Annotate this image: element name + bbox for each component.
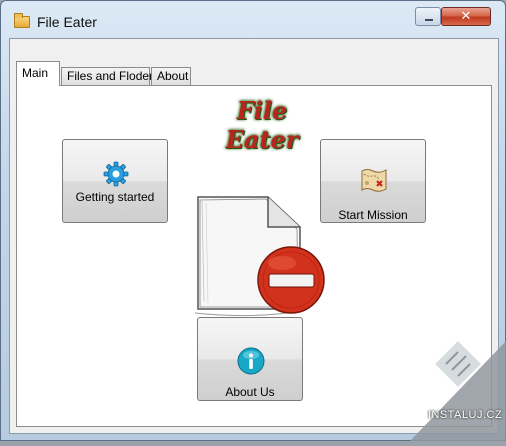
minimize-button[interactable] [415, 7, 441, 26]
close-button[interactable]: ✕ [441, 7, 491, 26]
gear-icon [103, 161, 129, 187]
document-eater-illustration [190, 191, 335, 321]
title-bar[interactable]: File Eater ✕ [1, 1, 505, 37]
folder-icon [14, 13, 30, 28]
watermark-text: INSTALUJ.CZ [427, 409, 503, 421]
tab-main[interactable]: Main [16, 61, 60, 86]
info-icon [237, 347, 265, 375]
tab-about[interactable]: About [151, 67, 191, 85]
about-us-button[interactable]: About Us [197, 317, 303, 401]
window-title: File Eater [37, 14, 97, 30]
start-mission-label: Start Mission [338, 208, 408, 222]
getting-started-label: Getting started [75, 190, 155, 204]
tab-files-and-folders[interactable]: Files and Floders [61, 67, 159, 85]
app-logo: File Eater [225, 96, 299, 154]
start-mission-button[interactable]: Start Mission [320, 139, 426, 223]
about-us-label: About Us [225, 385, 275, 399]
getting-started-button[interactable]: Getting started [62, 139, 168, 223]
treasure-map-icon [359, 165, 389, 195]
